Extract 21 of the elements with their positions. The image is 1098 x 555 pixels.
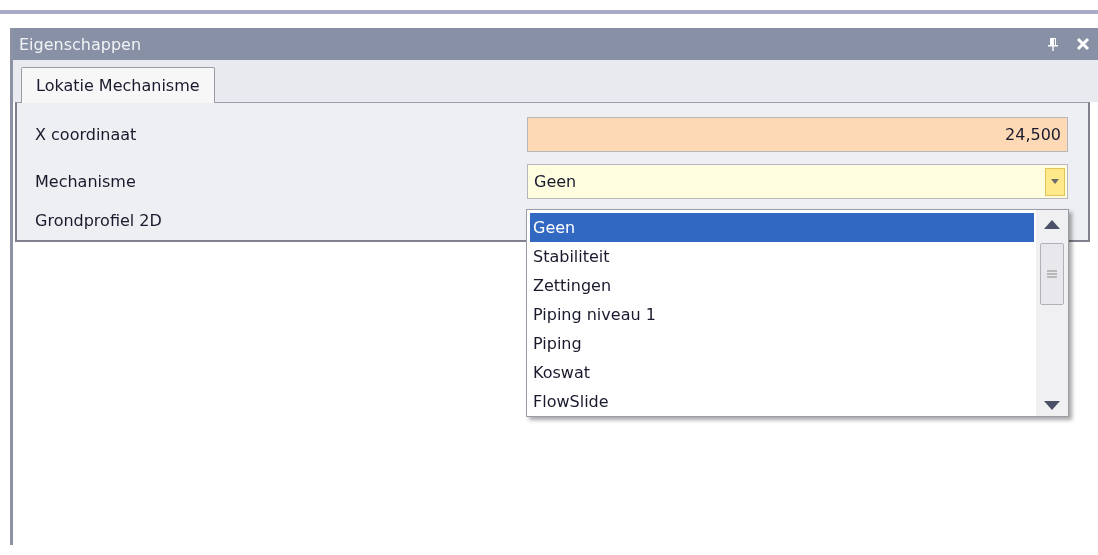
close-icon[interactable] bbox=[1076, 37, 1090, 51]
dropdown-option[interactable]: Piping niveau 1 bbox=[530, 300, 1034, 329]
number-field[interactable]: 24,500 bbox=[527, 117, 1068, 152]
property-label: X coordinaat bbox=[35, 125, 137, 144]
panel-title: Eigenschappen bbox=[19, 34, 143, 54]
dropdown-option[interactable]: Piping bbox=[530, 329, 1034, 358]
scroll-thumb[interactable] bbox=[1040, 243, 1064, 305]
scrollbar[interactable] bbox=[1036, 210, 1068, 416]
dropdown-option[interactable]: Zettingen bbox=[530, 271, 1034, 300]
dropdown-option[interactable]: Koswat bbox=[530, 358, 1034, 387]
scroll-up-icon[interactable] bbox=[1044, 220, 1060, 229]
caret-icon bbox=[1051, 179, 1059, 184]
scroll-down-icon[interactable] bbox=[1044, 401, 1060, 410]
property-label: Grondprofiel 2D bbox=[35, 211, 162, 230]
property-label: Mechanisme bbox=[35, 172, 136, 191]
combo-box[interactable]: Geen bbox=[527, 164, 1068, 199]
pin-icon[interactable] bbox=[1048, 37, 1058, 51]
dropdown-option[interactable]: Stabiliteit bbox=[530, 242, 1034, 271]
dropdown-option[interactable]: FlowSlide bbox=[530, 387, 1034, 416]
tab[interactable]: Lokatie Mechanisme bbox=[21, 67, 215, 103]
dropdown-option[interactable]: Geen bbox=[530, 213, 1034, 242]
